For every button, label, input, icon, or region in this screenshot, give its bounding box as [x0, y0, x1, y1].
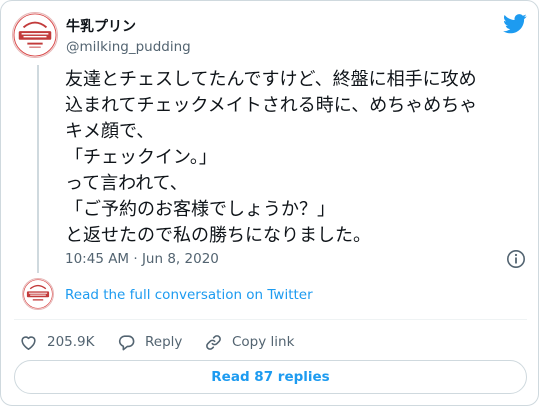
- twitter-bird-icon[interactable]: [503, 14, 527, 34]
- reply-label: Reply: [145, 334, 183, 350]
- thread-connector-line: [37, 65, 39, 273]
- info-icon[interactable]: [506, 249, 526, 269]
- tweet-embed-card: 牛乳プリン @milking_pudding 友達とチェスしてたんですけど、終盤…: [0, 0, 539, 406]
- heart-icon: [21, 335, 36, 350]
- tweet-text: 友達とチェスしてたんですけど、終盤に相手に攻め 込まれてチェックメイトされる時に…: [65, 69, 478, 246]
- read-full-conversation-link[interactable]: Read the full conversation on Twitter: [65, 287, 313, 303]
- author-handle[interactable]: @milking_pudding: [66, 39, 191, 55]
- reply-button[interactable]: Reply: [117, 332, 182, 352]
- copy-link-button[interactable]: Copy link: [204, 332, 294, 352]
- read-replies-label: Read 87 replies: [211, 369, 330, 385]
- tweet-timestamp[interactable]: 10:45 AM · Jun 8, 2020: [65, 251, 219, 267]
- copy-link-label: Copy link: [232, 334, 295, 350]
- reply-bubble-icon: [118, 334, 135, 350]
- divider: [14, 319, 527, 320]
- read-replies-button[interactable]: Read 87 replies: [14, 360, 527, 394]
- avatar-logo-image: [13, 13, 57, 57]
- avatar-logo-image: [23, 279, 53, 309]
- like-count: 205.9K: [47, 334, 95, 350]
- author-avatar-small[interactable]: [22, 278, 54, 310]
- author-avatar[interactable]: [12, 12, 58, 58]
- like-button[interactable]: 205.9K: [19, 332, 95, 352]
- author-display-name[interactable]: 牛乳プリン: [66, 16, 136, 36]
- link-icon: [206, 334, 221, 350]
